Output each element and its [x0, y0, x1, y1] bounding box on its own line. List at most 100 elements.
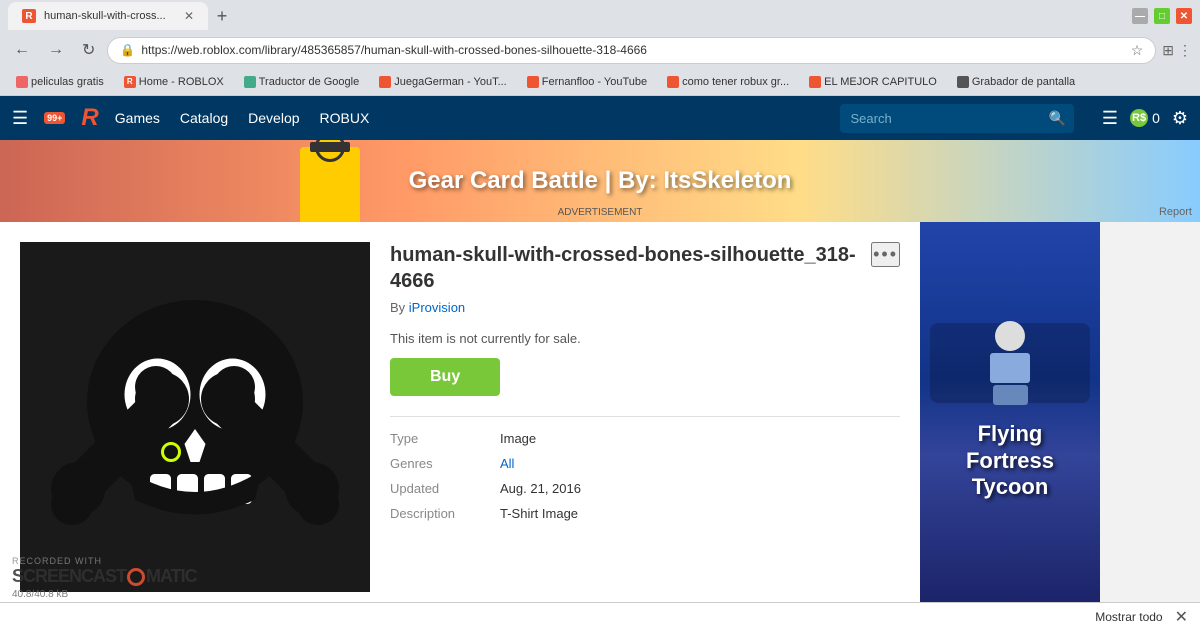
right-sidebar-ad: Flying Fortress Tycoon [920, 222, 1100, 612]
bookmark-label: Traductor de Google [259, 76, 359, 88]
recorded-with-label: RECORDED WITH [12, 556, 197, 566]
meta-description: Description T-Shirt Image [390, 506, 900, 521]
bookmark-favicon [379, 76, 391, 88]
nav-links: Games Catalog Develop ROBUX [115, 110, 370, 126]
tab-favicon: R [22, 9, 36, 23]
nav-games[interactable]: Games [115, 110, 160, 126]
nav-robux[interactable]: ROBUX [320, 110, 370, 126]
updated-label: Updated [390, 481, 480, 496]
bookmark-favicon [957, 76, 969, 88]
item-page: human-skull-with-crossed-bones-silhouett… [0, 222, 920, 612]
tab-close-button[interactable]: ✕ [184, 9, 194, 23]
show-all-text[interactable]: Mostrar todo [1095, 610, 1162, 624]
bookmark-label: JuegaGerman - YouT... [394, 76, 507, 88]
new-tab-button[interactable]: + [208, 2, 236, 30]
network-info: 40.8/40.8 kB [12, 589, 197, 600]
sidebar-ad-image [930, 323, 1090, 403]
ad-title-text: Gear Card Battle | By: ItsSkeleton [409, 167, 792, 195]
bookmark-favicon [527, 76, 539, 88]
bookmark-juegagerman[interactable]: JuegaGerman - YouT... [371, 74, 515, 90]
screencast-brand2: MATIC [146, 566, 197, 587]
right-icons: ☰ R$ 0 ⚙ [1102, 108, 1188, 129]
meta-type: Type Image [390, 431, 900, 446]
minimize-button[interactable]: — [1132, 8, 1148, 24]
screencast-brand-row: SCREENCAST MATIC [12, 566, 197, 587]
tab-area: R human-skull-with-cross... ✕ + [8, 2, 236, 30]
more-options-button[interactable]: ••• [871, 242, 900, 267]
search-box[interactable]: 🔍 [840, 104, 1073, 133]
roblox-logo: R [81, 104, 98, 132]
bookmark-grabador[interactable]: Grabador de pantalla [949, 74, 1083, 90]
bookmark-label: Home - ROBLOX [139, 76, 224, 88]
hamburger-icon[interactable]: ☰ [12, 108, 28, 129]
screencast-brand1: SCREENCAST [12, 566, 126, 587]
bookmark-traductor[interactable]: Traductor de Google [236, 74, 367, 90]
cursor-indicator [161, 442, 181, 462]
roblox-navbar: ☰ 99+ R Games Catalog Develop ROBUX 🔍 ☰ … [0, 96, 1200, 140]
buy-button[interactable]: Buy [390, 358, 500, 396]
url-text: https://web.roblox.com/library/485365857… [141, 43, 1124, 57]
address-bar[interactable]: 🔒 https://web.roblox.com/library/4853658… [107, 37, 1156, 64]
search-button[interactable]: 🔍 [1040, 104, 1073, 133]
ad-character [300, 147, 360, 222]
type-value: Image [500, 431, 536, 446]
active-tab[interactable]: R human-skull-with-cross... ✕ [8, 2, 208, 30]
bookmark-favicon [667, 76, 679, 88]
genres-value[interactable]: All [500, 456, 514, 471]
screencast-watermark: RECORDED WITH SCREENCAST MATIC 40.8/40.8… [12, 556, 197, 600]
search-input[interactable] [840, 105, 1040, 132]
ad-report-link[interactable]: Report [1159, 206, 1192, 218]
bookmark-favicon [809, 76, 821, 88]
ad-label: ADVERTISEMENT [558, 207, 643, 218]
updated-value: Aug. 21, 2016 [500, 481, 581, 496]
browser-icons: ⊞ ⋮ [1162, 42, 1192, 59]
forward-button[interactable]: → [42, 39, 70, 61]
window-controls: — □ ✕ [1132, 8, 1192, 24]
author-link[interactable]: iProvision [409, 300, 465, 315]
bookmark-favicon [244, 76, 256, 88]
menu-icon[interactable]: ⋮ [1178, 42, 1192, 59]
character-figure [990, 321, 1030, 405]
item-title-row: human-skull-with-crossed-bones-silhouett… [390, 242, 900, 294]
robux-display[interactable]: R$ 0 [1130, 109, 1160, 127]
bottom-bar: Mostrar todo ✕ [0, 602, 1200, 630]
nav-develop[interactable]: Develop [248, 110, 299, 126]
reload-button[interactable]: ↻ [76, 38, 101, 62]
star-icon[interactable]: ☆ [1131, 42, 1144, 59]
bookmark-favicon: R [124, 76, 136, 88]
extensions-icon[interactable]: ⊞ [1162, 42, 1174, 59]
bookmark-roblox-home[interactable]: R Home - ROBLOX [116, 74, 232, 90]
bookmark-label: EL MEJOR CAPITULO [824, 76, 937, 88]
item-image-section [20, 242, 370, 592]
nav-catalog[interactable]: Catalog [180, 110, 228, 126]
back-button[interactable]: ← [8, 39, 36, 61]
genres-label: Genres [390, 456, 480, 471]
description-value: T-Shirt Image [500, 506, 578, 521]
maximize-button[interactable]: □ [1154, 8, 1170, 24]
bookmark-label: Fernanfloo - YouTube [542, 76, 647, 88]
bookmark-peliculas[interactable]: peliculas gratis [8, 74, 112, 90]
site-content: ☰ 99+ R Games Catalog Develop ROBUX 🔍 ☰ … [0, 96, 1200, 612]
bookmarks-bar: peliculas gratis R Home - ROBLOX Traduct… [0, 68, 1200, 96]
bookmark-label: peliculas gratis [31, 76, 104, 88]
description-label: Description [390, 506, 480, 521]
bookmark-label: Grabador de pantalla [972, 76, 1075, 88]
robux-icon: R$ [1130, 109, 1148, 127]
bookmark-fernanfloo[interactable]: Fernanfloo - YouTube [519, 74, 655, 90]
item-image-box [20, 242, 370, 592]
skull-image [45, 267, 345, 567]
meta-updated: Updated Aug. 21, 2016 [390, 481, 900, 496]
gear-icon[interactable]: ⚙ [1172, 108, 1188, 129]
item-metadata: Type Image Genres All Updated Aug. 21, 2… [390, 416, 900, 521]
bottom-close-button[interactable]: ✕ [1175, 607, 1188, 627]
bookmark-mejor-capitulo[interactable]: EL MEJOR CAPITULO [801, 74, 945, 90]
screencast-o-icon [127, 568, 145, 586]
navigation-bar: ← → ↻ 🔒 https://web.roblox.com/library/4… [0, 32, 1200, 68]
type-label: Type [390, 431, 480, 446]
robux-amount: 0 [1152, 110, 1160, 126]
bookmark-robux[interactable]: como tener robux gr... [659, 74, 797, 90]
notification-badge: 99+ [44, 112, 65, 124]
tab-title: human-skull-with-cross... [44, 10, 172, 22]
chat-icon[interactable]: ☰ [1102, 108, 1118, 129]
close-window-button[interactable]: ✕ [1176, 8, 1192, 24]
